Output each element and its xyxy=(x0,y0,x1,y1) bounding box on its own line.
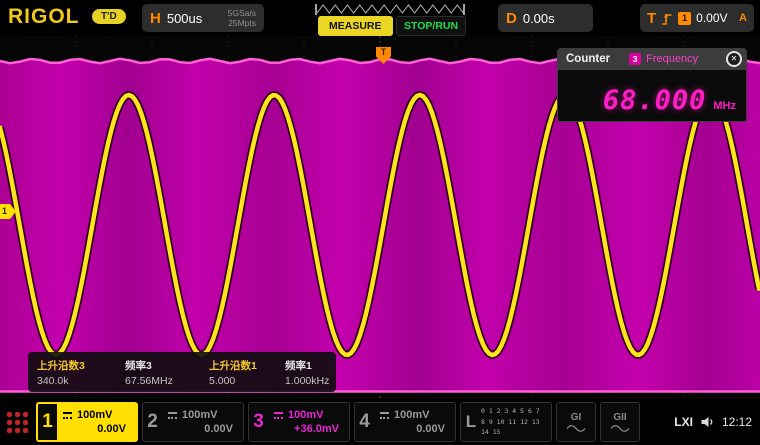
counter-close-button[interactable]: ✕ xyxy=(726,51,742,67)
channel-scale: 100mV xyxy=(77,409,113,421)
source-g1-status[interactable]: GI xyxy=(556,402,596,442)
channel-4-status[interactable]: 4 100mV 0.00V xyxy=(354,402,456,442)
memory-position-bar xyxy=(315,4,465,15)
measurement-value: 5.000 xyxy=(209,374,236,387)
measurement-label: 频率3 xyxy=(125,359,152,372)
counter-header: Counter 3 Frequency ✕ xyxy=(557,48,747,70)
channel-3-status[interactable]: 3 100mV +36.0mV xyxy=(248,402,350,442)
rigol-logo: RIGOL xyxy=(8,5,80,28)
trigger-sweep-mode: A xyxy=(739,12,747,24)
status-right: LXI 12:12 xyxy=(674,415,755,429)
horizontal-label: H xyxy=(150,9,161,27)
counter-readout: 68.000 MHz xyxy=(557,70,747,122)
channel-scale: 100mV xyxy=(288,409,324,421)
channel-offset: +36.0mV xyxy=(294,423,339,435)
measurements-panel[interactable]: 上升沿数3 频率3 上升沿数1 频率1 340.0k 67.56MHz 5.00… xyxy=(28,352,336,392)
channel-number: 1 xyxy=(42,411,53,432)
channel-scale: 100mV xyxy=(394,409,430,421)
coupling-icon xyxy=(379,411,390,420)
clock: 12:12 xyxy=(721,415,752,429)
measurement-value: 1.000kHz xyxy=(285,374,330,387)
logic-channels-row2: 8 9 10 11 12 13 14 15 xyxy=(481,417,540,437)
channel-offset: 0.00V xyxy=(416,423,445,435)
delay-value: 0.00s xyxy=(522,10,555,26)
counter-panel: Counter 3 Frequency ✕ 68.000 MHz xyxy=(557,48,747,122)
counter-title: Counter xyxy=(566,53,611,65)
source-g2-status[interactable]: GII xyxy=(600,402,640,442)
channel-offset: 0.00V xyxy=(204,423,233,435)
trigger-level-value: 0.00V xyxy=(696,11,728,25)
measurement-value: 340.0k xyxy=(37,374,69,387)
trigger-settings[interactable]: T 1 0.00V A xyxy=(640,4,754,32)
logic-label: L xyxy=(465,412,477,431)
timebase-value: 500us xyxy=(166,10,203,26)
memory-depth: 25Mpts xyxy=(228,18,256,28)
measurement-value: 67.56MHz xyxy=(125,374,173,387)
sample-rate: 5GSa/s xyxy=(227,7,256,18)
oscilloscope-screen: RIGOL T'D H 500us 5GSa/s 25Mpts MEASURE … xyxy=(0,0,760,445)
counter-source-badge: 3 xyxy=(629,53,642,65)
measurement-label: 上升沿数3 xyxy=(37,359,85,372)
coupling-icon xyxy=(62,411,73,420)
bottom-bar: 1 100mV 0.00V 2 100mV 0.00V 3 100mV +36.… xyxy=(0,399,760,445)
logic-channels-row1: 0 1 2 3 4 5 6 7 xyxy=(481,407,540,416)
trigger-slope-icon xyxy=(662,13,672,25)
menu-grid-icon[interactable] xyxy=(5,410,30,435)
counter-unit: MHz xyxy=(713,100,736,112)
coupling-icon xyxy=(273,411,284,420)
coupling-icon xyxy=(167,411,178,420)
delay-settings[interactable]: D 0.00s xyxy=(498,4,593,32)
measurement-label: 上升沿数1 xyxy=(209,359,257,372)
logic-channels-status[interactable]: L 0 1 2 3 4 5 6 7 8 9 10 11 12 13 14 15 xyxy=(460,402,552,442)
counter-value: 68.000 xyxy=(602,85,707,116)
sine-wave-icon xyxy=(610,424,630,432)
counter-mode-label: Frequency xyxy=(646,53,699,65)
measurement-label: 频率1 xyxy=(285,359,312,372)
speaker-icon[interactable] xyxy=(700,416,715,428)
g2-label: GII xyxy=(613,411,627,423)
channel-number: 4 xyxy=(359,411,370,432)
trigger-label: T xyxy=(647,9,657,27)
stop-run-button[interactable]: STOP/RUN xyxy=(396,16,467,36)
lxi-indicator: LXI xyxy=(674,415,693,429)
channel-2-status[interactable]: 2 100mV 0.00V xyxy=(142,402,244,442)
measure-button[interactable]: MEASURE xyxy=(318,16,393,36)
channel-number: 2 xyxy=(147,411,158,432)
top-bar: RIGOL T'D H 500us 5GSa/s 25Mpts MEASURE … xyxy=(0,0,760,36)
channel-scale: 100mV xyxy=(182,409,218,421)
channel-number: 3 xyxy=(253,411,264,432)
waveform-area[interactable]: T 1 Counter 3 Frequency ✕ 68.000 MHz 上升沿… xyxy=(0,36,760,399)
channel-offset: 0.00V xyxy=(97,423,126,435)
delay-label: D xyxy=(506,9,517,27)
trigger-status-badge: T'D xyxy=(92,9,126,24)
sine-wave-icon xyxy=(566,424,586,432)
horizontal-settings[interactable]: H 500us 5GSa/s 25Mpts xyxy=(142,4,264,32)
g1-label: GI xyxy=(570,411,582,423)
trigger-source-badge: 1 xyxy=(678,11,692,25)
channel-1-status[interactable]: 1 100mV 0.00V xyxy=(36,402,138,442)
